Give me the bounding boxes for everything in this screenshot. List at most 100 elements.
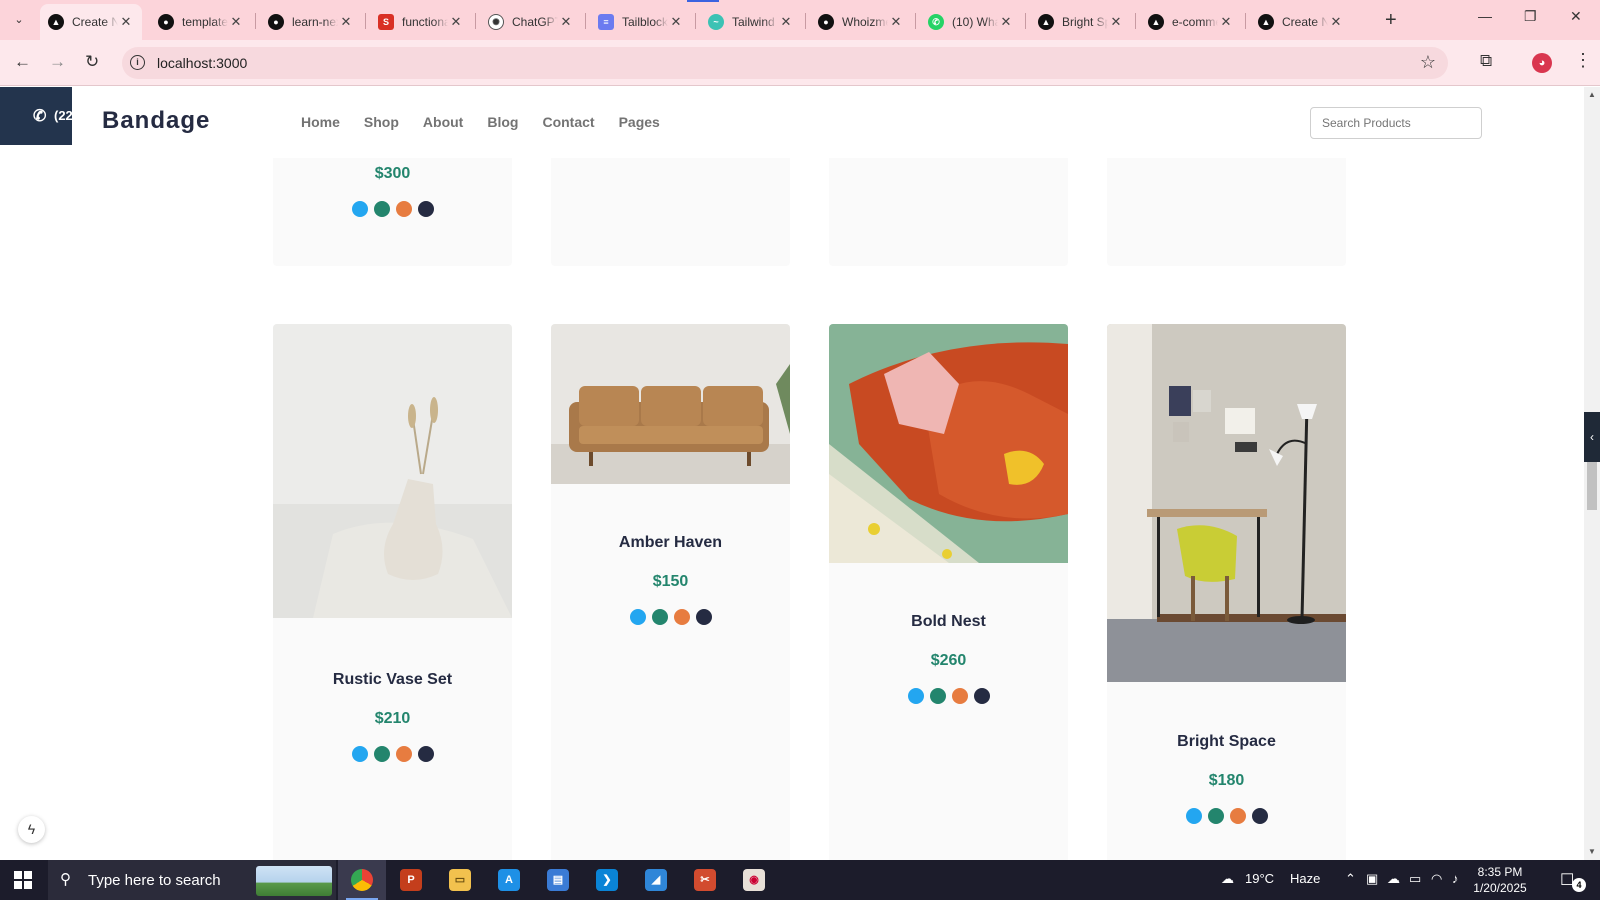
windows-start-icon[interactable]: [14, 871, 32, 889]
product-card[interactable]: Bright Space $180: [1107, 324, 1346, 860]
product-image-leather-sofa[interactable]: [551, 324, 790, 484]
page-scrollbar[interactable]: ▲ ▼: [1584, 87, 1600, 860]
close-icon[interactable]: ✕: [1328, 14, 1344, 30]
swatch-orange[interactable]: [395, 746, 412, 762]
app-window-taskbar-icon[interactable]: ▤: [534, 860, 582, 900]
wifi-icon[interactable]: ◠: [1431, 871, 1442, 887]
swatch-blue[interactable]: [629, 609, 646, 625]
weather-icon[interactable]: ☁: [1221, 871, 1234, 887]
taskbar-search[interactable]: ⚲ Type here to search: [48, 860, 336, 900]
nav-home[interactable]: Home: [301, 114, 340, 130]
bookmark-star-icon[interactable]: ☆: [1420, 52, 1436, 73]
swatch-orange[interactable]: [1229, 808, 1246, 824]
tab-search-chevron-icon[interactable]: ⌄: [8, 8, 30, 30]
tab-functional[interactable]: S functional ✕: [370, 4, 472, 40]
nav-contact[interactable]: Contact: [542, 114, 594, 130]
tab-learn-nextjs[interactable]: ● learn-nextjs ✕: [260, 4, 362, 40]
close-icon[interactable]: ✕: [118, 14, 134, 30]
swatch-orange[interactable]: [673, 609, 690, 625]
weather-description[interactable]: Haze: [1290, 871, 1320, 886]
scroll-down-icon[interactable]: ▼: [1588, 847, 1596, 856]
restore-icon[interactable]: ❐: [1524, 8, 1537, 25]
close-icon[interactable]: ✕: [1108, 14, 1124, 30]
close-icon[interactable]: ✕: [668, 14, 684, 30]
product-card[interactable]: Amber Haven $150: [551, 324, 790, 860]
battery-icon[interactable]: ▭: [1409, 871, 1421, 887]
swatch-navy[interactable]: [417, 746, 434, 762]
browser-menu-icon[interactable]: ⋮: [1574, 50, 1592, 71]
azure-taskbar-icon[interactable]: A: [485, 860, 533, 900]
close-icon[interactable]: ✕: [1218, 14, 1234, 30]
vscode-taskbar-icon[interactable]: ❯: [583, 860, 631, 900]
forward-arrow-icon[interactable]: →: [49, 52, 66, 72]
lightning-icon[interactable]: ϟ: [18, 816, 45, 843]
swatch-blue[interactable]: [1185, 808, 1202, 824]
notifications-icon[interactable]: ☐ 4: [1560, 870, 1586, 892]
tab-tailwind[interactable]: ~ Tailwind ✕: [700, 4, 802, 40]
powerpoint-taskbar-icon[interactable]: P: [387, 860, 435, 900]
scroll-up-icon[interactable]: ▲: [1588, 90, 1596, 99]
volume-icon[interactable]: ♪: [1452, 871, 1459, 886]
site-logo[interactable]: Bandage: [102, 107, 210, 135]
back-arrow-icon[interactable]: ←: [14, 52, 31, 72]
profile-avatar[interactable]: ◕: [1532, 53, 1552, 73]
swatch-green[interactable]: [929, 688, 946, 704]
scrollbar-thumb[interactable]: [1587, 462, 1597, 510]
meet-now-icon[interactable]: ▣: [1366, 871, 1378, 887]
swatch-blue[interactable]: [351, 746, 368, 762]
swatch-green[interactable]: [1207, 808, 1224, 824]
close-icon[interactable]: ✕: [228, 14, 244, 30]
product-image-desk-room[interactable]: [1107, 324, 1346, 682]
file-explorer-taskbar-icon[interactable]: ▭: [436, 860, 484, 900]
onedrive-icon[interactable]: ☁: [1387, 871, 1400, 887]
phone-number[interactable]: (22: [54, 108, 73, 123]
tab-e-commerce[interactable]: ▲ e-commerce ✕: [1140, 4, 1242, 40]
tab-tailblocks[interactable]: ≡ Tailblocks ✕: [590, 4, 692, 40]
extensions-puzzle-icon[interactable]: ⧉: [1480, 51, 1492, 71]
tab-template[interactable]: ● template ✕: [150, 4, 252, 40]
swatch-blue[interactable]: [907, 688, 924, 704]
product-name[interactable]: Amber Haven: [551, 534, 790, 552]
search-products-input[interactable]: [1310, 107, 1482, 139]
product-image-orange-sofa[interactable]: [829, 324, 1068, 563]
close-icon[interactable]: ✕: [778, 14, 794, 30]
side-panel-chevron-icon[interactable]: ‹: [1584, 412, 1600, 462]
product-name[interactable]: Bold Nest: [829, 613, 1068, 631]
product-name[interactable]: Bright Space: [1107, 733, 1346, 751]
nav-blog[interactable]: Blog: [487, 114, 518, 130]
nav-shop[interactable]: Shop: [364, 114, 399, 130]
tab-create-next-app-2[interactable]: ▲ Create Next App ✕: [1250, 4, 1352, 40]
swatch-green[interactable]: [373, 201, 390, 217]
tab-whatsapp[interactable]: ✆ (10) WhatsApp ✕: [920, 4, 1022, 40]
close-icon[interactable]: ✕: [558, 14, 574, 30]
close-icon[interactable]: ✕: [338, 14, 354, 30]
nav-about[interactable]: About: [423, 114, 463, 130]
site-info-icon[interactable]: i: [130, 55, 145, 70]
minimize-icon[interactable]: —: [1478, 8, 1492, 24]
swatch-orange[interactable]: [395, 201, 412, 217]
chrome-taskbar-icon[interactable]: [338, 860, 386, 900]
new-tab-plus-icon[interactable]: +: [1385, 9, 1397, 32]
swatch-navy[interactable]: [417, 201, 434, 217]
nav-pages[interactable]: Pages: [619, 114, 660, 130]
swatch-navy[interactable]: [1251, 808, 1268, 824]
swatch-navy[interactable]: [695, 609, 712, 625]
address-bar[interactable]: i localhost:3000 ☆: [122, 47, 1448, 79]
photos-taskbar-icon[interactable]: ◢: [632, 860, 680, 900]
tab-create-next-app[interactable]: ▲ Create Next App ✕: [40, 4, 142, 40]
swatch-navy[interactable]: [973, 688, 990, 704]
paint-taskbar-icon[interactable]: ◉: [730, 860, 778, 900]
product-card[interactable]: Bold Nest $260: [829, 324, 1068, 860]
url-text[interactable]: localhost:3000: [157, 55, 247, 71]
tab-bright-space[interactable]: ▲ Bright Space ✕: [1030, 4, 1132, 40]
taskbar-clock[interactable]: 8:35 PM 1/20/2025: [1468, 864, 1532, 896]
window-close-icon[interactable]: ✕: [1570, 8, 1582, 25]
tray-chevron-icon[interactable]: ⌃: [1345, 871, 1356, 887]
product-name[interactable]: Rustic Vase Set: [273, 671, 512, 689]
swatch-blue[interactable]: [351, 201, 368, 217]
product-image-vase[interactable]: [273, 324, 512, 618]
snipping-tool-taskbar-icon[interactable]: ✂: [681, 860, 729, 900]
swatch-green[interactable]: [373, 746, 390, 762]
weather-temperature[interactable]: 19°C: [1245, 871, 1274, 886]
tab-whoizme[interactable]: ● Whoizme ✕: [810, 4, 912, 40]
